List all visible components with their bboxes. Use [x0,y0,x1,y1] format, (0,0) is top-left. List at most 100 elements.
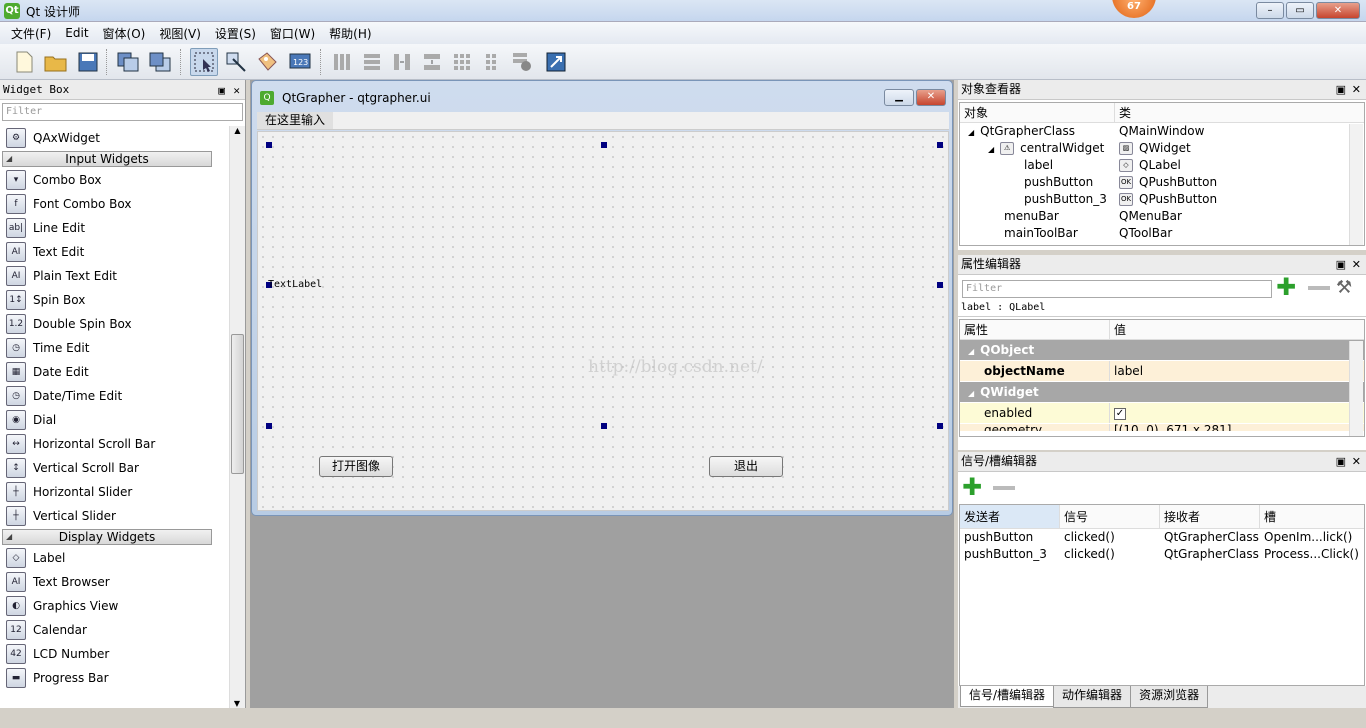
menu-settings[interactable]: 设置(S) [208,25,263,42]
widget-item[interactable]: AI Plain Text Edit [0,264,230,288]
connection-row[interactable]: pushButton_3 clicked() QtGrapherClass Proce… [960,546,1364,563]
tab-resource-browser[interactable]: 资源浏览器 [1130,686,1209,708]
property-value[interactable]: [(10, 0), 671 x 281] [1110,424,1231,431]
object-row[interactable]: ◢ QtGrapherClass QMainWindow [960,123,1364,140]
form-window[interactable]: Q QtGrapher - qtgrapher.ui ▁ ✕ 在这里输入 Tex… [251,80,953,516]
object-row[interactable]: ◢ ⚠ centralWidget ▨ QWidget [960,140,1364,157]
menu-type-here[interactable]: 在这里输入 [257,112,334,129]
scrollbar-thumb[interactable] [231,334,244,474]
send-to-back-icon[interactable] [114,48,142,76]
selection-handle[interactable] [601,142,607,148]
edit-buddies-icon[interactable] [254,48,282,76]
remove-connection-icon[interactable] [993,486,1015,490]
float-icon[interactable]: ▣ [1336,255,1346,274]
layout-form-icon[interactable] [478,48,506,76]
widget-item[interactable]: AI Text Edit [0,240,230,264]
widget-item[interactable]: ◇ Label [0,546,230,570]
property-row-objectname[interactable]: objectName label [960,361,1364,382]
widget-filter-input[interactable]: Filter [2,103,243,121]
widget-item[interactable]: ◉ Dial [0,408,230,432]
remove-property-icon[interactable] [1308,286,1330,290]
scroll-down-icon[interactable]: ▼ [230,699,244,708]
text-label[interactable]: TextLabel [268,279,322,290]
close-icon[interactable]: ✕ [1352,80,1361,99]
widget-item[interactable]: AI Text Browser [0,570,230,594]
property-filter-input[interactable]: Filter [962,280,1272,298]
form-menubar[interactable]: 在这里输入 [257,112,949,130]
widget-item[interactable]: ┼ Vertical Slider [0,504,230,528]
col-signal[interactable]: 信号 [1060,505,1160,528]
group-qobject[interactable]: ◢ QObject [960,340,1364,361]
widget-item[interactable]: f Font Combo Box [0,192,230,216]
edit-signals-slots-icon[interactable] [222,48,250,76]
widget-item[interactable]: ab| Line Edit [0,216,230,240]
col-slot[interactable]: 槽 [1260,505,1276,528]
property-row-geometry[interactable]: geometry [(10, 0), 671 x 281] [960,424,1364,432]
layout-vertical-splitter-icon[interactable] [418,48,446,76]
scroll-up-icon[interactable]: ▲ [230,126,245,135]
col-class[interactable]: 类 [1115,103,1131,122]
col-sender[interactable]: 发送者 [960,505,1060,528]
close-icon[interactable]: ✕ [1352,255,1361,274]
object-row[interactable]: pushButton_3 OK QPushButton [960,191,1364,208]
open-folder-icon[interactable] [42,48,70,76]
menu-edit[interactable]: Edit [58,26,95,40]
menu-view[interactable]: 视图(V) [152,25,208,42]
configure-icon[interactable]: ⚒ [1336,277,1352,298]
menu-form[interactable]: 窗体(O) [96,25,153,42]
layout-grid-icon[interactable] [448,48,476,76]
col-value[interactable]: 值 [1110,320,1126,339]
col-receiver[interactable]: 接收者 [1160,505,1260,528]
property-value[interactable]: label [1110,361,1143,381]
widget-item[interactable]: ▦ Date Edit [0,360,230,384]
edit-widgets-icon[interactable] [190,48,218,76]
object-row[interactable]: pushButton OK QPushButton [960,174,1364,191]
selection-handle[interactable] [266,423,272,429]
widget-item[interactable]: ↕ Vertical Scroll Bar [0,456,230,480]
float-icon[interactable]: ▣ [1336,80,1346,99]
widget-category[interactable]: Display Widgets [2,529,212,545]
col-object[interactable]: 对象 [960,103,1115,122]
add-connection-icon[interactable]: ✚ [962,474,982,500]
save-icon[interactable] [74,48,102,76]
form-canvas[interactable]: TextLabel http://blog.csdn.net/ 打开图像 退出 [257,131,949,511]
layout-vertical-icon[interactable] [358,48,386,76]
layout-horizontal-splitter-icon[interactable] [388,48,416,76]
widget-item[interactable]: 12 Calendar [0,618,230,642]
bring-to-front-icon[interactable] [146,48,174,76]
widget-item[interactable]: 1.2 Double Spin Box [0,312,230,336]
selection-handle[interactable] [937,142,943,148]
menu-file[interactable]: 文件(F) [4,25,58,42]
float-icon[interactable]: ▣ [218,81,225,100]
widget-item[interactable]: ◷ Date/Time Edit [0,384,230,408]
exit-button[interactable]: 退出 [709,456,783,477]
widget-item[interactable]: ◷ Time Edit [0,336,230,360]
selection-handle[interactable] [601,423,607,429]
connection-row[interactable]: pushButton clicked() QtGrapherClass OpenIm.… [960,529,1364,546]
break-layout-icon[interactable] [508,48,536,76]
tab-signal-slot-editor[interactable]: 信号/槽编辑器 [960,686,1055,707]
property-row-enabled[interactable]: enabled ✓ [960,403,1364,424]
widget-item[interactable]: 42 LCD Number [0,642,230,666]
form-minimize-button[interactable]: ▁ [884,89,914,106]
close-icon[interactable]: ✕ [1352,452,1361,471]
col-property[interactable]: 属性 [960,320,1110,339]
menu-help[interactable]: 帮助(H) [322,25,378,42]
object-tree-scrollbar[interactable] [1349,124,1363,245]
property-table-scrollbar[interactable] [1349,341,1363,436]
widget-item[interactable]: ┼ Horizontal Slider [0,480,230,504]
close-icon[interactable]: ✕ [233,81,240,100]
group-qwidget[interactable]: ◢ QWidget [960,382,1364,403]
widget-list-scrollbar[interactable]: ▲ ▼ [229,126,245,708]
new-file-icon[interactable] [10,48,38,76]
edit-tab-order-icon[interactable]: 123 [286,48,314,76]
tab-action-editor[interactable]: 动作编辑器 [1053,686,1132,708]
maximize-button[interactable]: ▭ [1286,2,1314,19]
layout-horizontal-icon[interactable] [328,48,356,76]
open-image-button[interactable]: 打开图像 [319,456,393,477]
add-property-icon[interactable]: ✚ [1276,275,1296,299]
selection-handle[interactable] [266,142,272,148]
enabled-checkbox[interactable]: ✓ [1114,407,1126,420]
selection-handle[interactable] [937,423,943,429]
widget-item[interactable]: 1↕ Spin Box [0,288,230,312]
